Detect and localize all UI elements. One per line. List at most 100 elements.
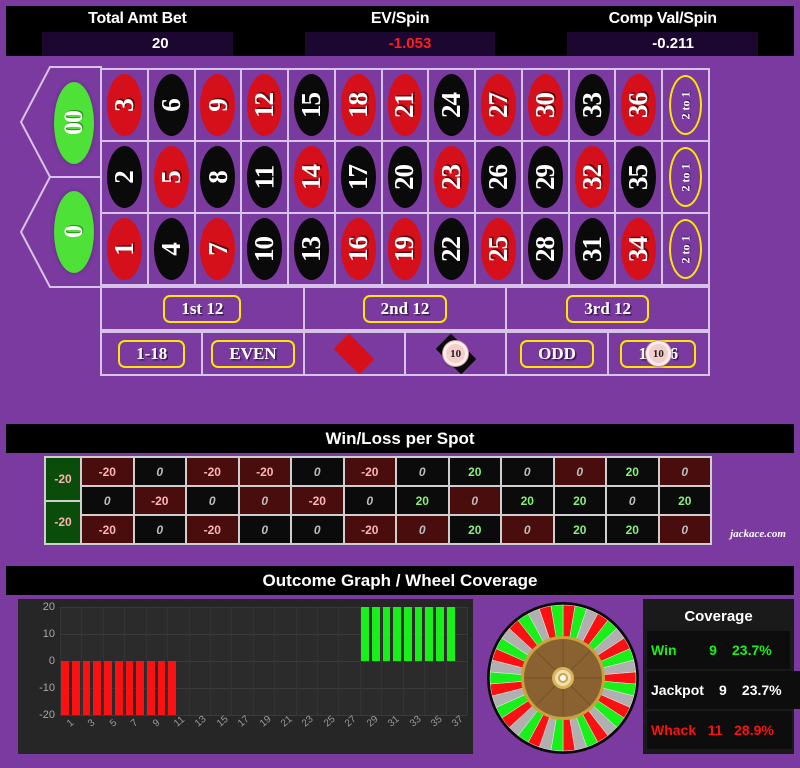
- chart-bar: [361, 607, 369, 661]
- chart-bar: [104, 661, 112, 715]
- bet-spot-23[interactable]: 23: [428, 141, 476, 213]
- bet-spot-0[interactable]: 0: [48, 177, 100, 286]
- bet-spot-1[interactable]: 1: [101, 213, 148, 285]
- bet-spot-20[interactable]: 20: [381, 141, 429, 213]
- number-label-3: 3: [108, 98, 139, 112]
- coverage-row: Win 9 23.7%: [647, 631, 790, 669]
- gridline-vertical: [188, 607, 190, 715]
- bet-spot-34[interactable]: 34: [615, 213, 663, 285]
- chart-x-tick-label: 13: [193, 713, 209, 730]
- bet-spot-29[interactable]: 29: [521, 141, 569, 213]
- bet-spot-1st-12[interactable]: 1st 12: [101, 287, 304, 330]
- outcome-chart: 20 10 0 -10 -20 1 3 5 7 9 11 13 15 17 19 21 23 25 27 29 31 3…: [18, 599, 473, 754]
- oval-25: 25: [481, 218, 516, 280]
- bet-spot-3[interactable]: 3: [101, 69, 148, 141]
- oval-7: 7: [200, 218, 236, 280]
- bet-spot-9[interactable]: 9: [194, 69, 242, 141]
- chart-x-tick-label: 35: [428, 713, 445, 730]
- bet-spot-19-36[interactable]: 19-3610: [607, 332, 709, 375]
- bet-spot-19[interactable]: 19: [381, 213, 429, 285]
- bet-spot-16[interactable]: 16: [334, 213, 382, 285]
- bet-spot-17[interactable]: 17: [334, 141, 382, 213]
- number-label-00: 00: [59, 110, 88, 135]
- bet-spot-35[interactable]: 35: [615, 141, 663, 213]
- stat-label-total-amt-bet: Total Amt Bet: [88, 10, 187, 27]
- chart-x-tick-label: 23: [300, 713, 317, 730]
- oval-14: 14: [293, 146, 329, 208]
- chart-x-tick-label: 17: [236, 713, 252, 730]
- bet-spot-15[interactable]: 15: [288, 69, 335, 141]
- winloss-cell: -20: [291, 486, 344, 515]
- bet-spot-4[interactable]: 4: [147, 213, 195, 285]
- coverage-count: 11: [700, 711, 731, 749]
- bet-spot-11[interactable]: 11: [241, 141, 289, 213]
- bet-spot-column-2[interactable]: 2 to 1: [662, 141, 709, 213]
- bet-spot-column-3[interactable]: 2 to 1: [662, 213, 709, 285]
- bet-spot-13[interactable]: 13: [288, 213, 335, 285]
- bet-spot-8[interactable]: 8: [194, 141, 242, 213]
- bet-spot-5[interactable]: 5: [147, 141, 195, 213]
- chart-y-tick-label: -20: [39, 709, 55, 721]
- bet-spot-26[interactable]: 26: [475, 141, 522, 213]
- chart-bar: [382, 607, 391, 661]
- bet-spot-25[interactable]: 25: [475, 213, 522, 285]
- bet-spot-32[interactable]: 32: [568, 141, 616, 213]
- bet-spot-6[interactable]: 6: [147, 69, 195, 141]
- oval-11: 11: [247, 146, 283, 208]
- bet-spot-2nd-12[interactable]: 2nd 12: [303, 287, 507, 330]
- winloss-cell: 0: [186, 486, 239, 515]
- bet-spot-33[interactable]: 33: [568, 69, 616, 141]
- chart-bar: [82, 661, 91, 715]
- column-bet-label-1: 2 to 1: [678, 91, 693, 119]
- bet-spot-36[interactable]: 36: [615, 69, 663, 141]
- chart-x-tick-label: 31: [386, 713, 402, 730]
- chart-x-tick-label: 1: [64, 717, 77, 730]
- bet-spot-odd[interactable]: ODD: [506, 332, 608, 375]
- oval-3: 3: [106, 74, 142, 136]
- bet-spot-14[interactable]: 14: [288, 141, 335, 213]
- outside-bet-label-4: ODD: [520, 339, 594, 368]
- bet-spot-column-1[interactable]: 2 to 1: [662, 69, 709, 141]
- bet-spot-00[interactable]: 00: [48, 68, 100, 177]
- winloss-cell-0: -20: [45, 500, 81, 544]
- winloss-cell: -20: [133, 486, 186, 515]
- chart-y-tick-label: 0: [48, 655, 55, 667]
- winloss-cell: 0: [81, 486, 134, 515]
- number-label-21: 21: [389, 92, 420, 118]
- bet-spot-22[interactable]: 22: [428, 213, 476, 285]
- bet-spot-1-18[interactable]: 1-18: [101, 332, 203, 375]
- bet-spot-18[interactable]: 18: [334, 69, 382, 141]
- number-label-9: 9: [202, 98, 233, 112]
- bet-spot-2[interactable]: 2: [101, 141, 148, 213]
- bet-chip-bet-spot-black[interactable]: 10: [443, 341, 469, 366]
- chart-x-tick-label: 27: [343, 713, 359, 730]
- bet-spot-30[interactable]: 30: [521, 69, 569, 141]
- chart-x-tick-label: 3: [86, 717, 98, 730]
- oval-30: 30: [527, 74, 563, 136]
- bet-spot-10[interactable]: 10: [241, 213, 289, 285]
- bet-chip-bet-spot-19-36[interactable]: 10: [645, 341, 671, 366]
- bet-spot-27[interactable]: 27: [475, 69, 522, 141]
- oval-32: 32: [574, 146, 610, 208]
- coverage-percent: 23.7%: [737, 671, 800, 709]
- bet-spot-red[interactable]: [303, 332, 405, 375]
- coverage-rows: Win 9 23.7% Jackpot 9 23.7% Whack 11 28.9%: [647, 631, 800, 749]
- bet-spot-24[interactable]: 24: [428, 69, 476, 141]
- coverage-row: Whack 11 28.9%: [647, 711, 793, 749]
- chart-bar: [414, 607, 423, 661]
- bet-spot-even[interactable]: EVEN: [202, 332, 304, 375]
- bet-spot-12[interactable]: 12: [241, 69, 289, 141]
- brand-watermark: jackace.com: [730, 528, 786, 540]
- bet-spot-3rd-12[interactable]: 3rd 12: [506, 287, 709, 330]
- wheel-center: [560, 675, 566, 681]
- oval-4: 4: [153, 218, 189, 280]
- bet-spot-black[interactable]: 10: [405, 332, 507, 375]
- bet-spot-21[interactable]: 21: [381, 69, 429, 141]
- number-label-5: 5: [155, 170, 186, 184]
- bet-spot-28[interactable]: 28: [521, 213, 569, 285]
- outside-bet-label-0: 1-18: [118, 339, 186, 368]
- bet-spot-31[interactable]: 31: [568, 213, 616, 285]
- bet-spot-7[interactable]: 7: [194, 213, 242, 285]
- oval-23: 23: [434, 146, 470, 208]
- winloss-cell: 0: [291, 457, 344, 486]
